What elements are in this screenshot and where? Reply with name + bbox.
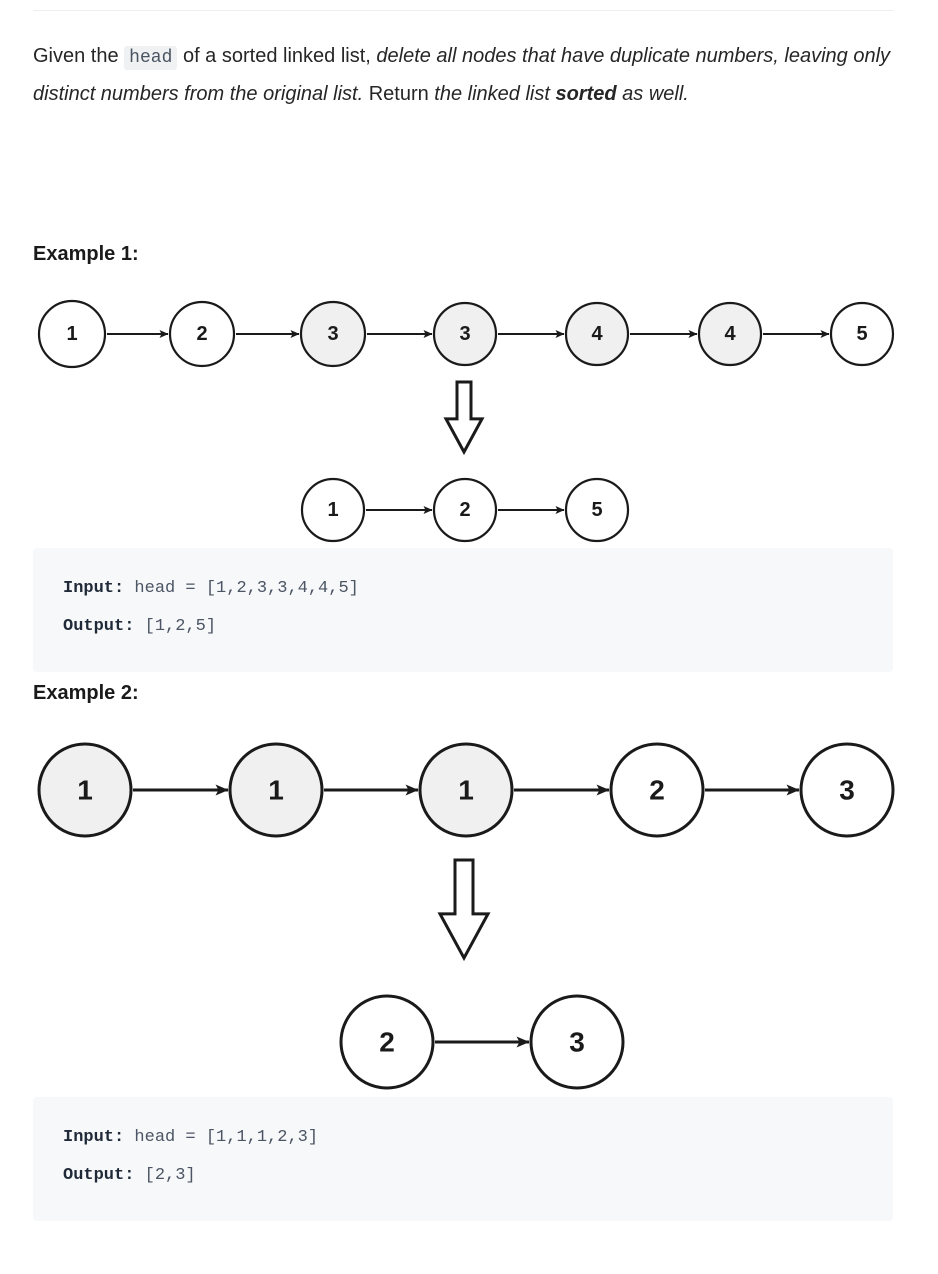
top-divider [33,10,893,11]
list-node [37,299,107,369]
list-node [799,742,895,838]
example-2-code-block: Input: head = [1,1,1,2,3] Output: [2,3] [33,1097,893,1221]
example-1-input-line: Input: head = [1,2,3,3,4,4,5] [63,570,893,608]
list-node [339,994,435,1090]
list-node [697,301,763,367]
example-1-transform-arrow [443,380,485,456]
list-node-value: 3 [327,323,338,345]
example-1-input-list: 1 2 3 3 4 4 5 [37,299,895,369]
list-node-value: 5 [856,323,867,345]
list-node-value: 1 [268,775,284,806]
list-node [564,301,630,367]
description-italic-2: the linked list [434,83,556,105]
example-2-output-label: Output: [63,1166,135,1185]
example-2-input-value: head = [1,1,1,2,3] [134,1128,319,1147]
list-node [609,742,705,838]
list-node-value: 5 [591,499,602,521]
list-node [300,477,366,543]
list-node-value: 2 [459,499,470,521]
list-node-value: 2 [196,323,207,345]
example-1-output-label: Output: [63,617,135,636]
list-node [432,301,498,367]
example-1-input-label: Input: [63,579,125,598]
list-node [564,477,630,543]
transform-down-arrow-icon [437,858,491,962]
example-2-output-value: [2,3] [144,1166,196,1185]
example-1-code-block: Input: head = [1,2,3,3,4,4,5] Output: [1… [33,548,893,672]
example-1-heading: Example 1: [33,243,139,265]
list-node-value: 1 [327,499,338,521]
example-1-input-value: head = [1,2,3,3,4,4,5] [134,579,359,598]
description-lead: Given the [33,45,125,67]
example-1-output-value: [1,2,5] [144,617,217,636]
list-node [529,994,625,1090]
problem-page: Given the head of a sorted linked list, … [0,0,938,1274]
example-2-input-label: Input: [63,1128,125,1147]
example-2-output-list: 23 [339,994,625,1090]
problem-description: Given the head of a sorted linked list, … [33,38,895,112]
list-node [829,301,895,367]
example-2-input-line: Input: head = [1,1,1,2,3] [63,1119,893,1157]
list-node [299,300,367,368]
list-node [168,300,236,368]
transform-down-arrow-icon [443,380,485,456]
description-italic-3: as well. [616,83,689,105]
list-node [432,477,498,543]
list-node-value: 2 [379,1027,395,1058]
list-node-value: 1 [66,323,77,345]
example-1-output-line: Output: [1,2,5] [63,608,893,646]
head-code-token: head [124,46,178,70]
list-node-value: 4 [724,323,736,345]
example-2-output-line: Output: [2,3] [63,1157,893,1195]
description-bold-sorted: sorted [555,83,617,105]
list-node-value: 1 [77,775,93,806]
list-node-value: 1 [458,775,474,806]
description-mid-2: Return [363,83,435,105]
example-1-output-list: 1 2 5 [300,477,630,543]
list-node-value: 3 [459,323,470,345]
list-node [418,742,514,838]
list-node [37,742,133,838]
example-2-heading: Example 2: [33,682,139,704]
list-node-value: 3 [839,775,855,806]
list-node [228,742,324,838]
list-node-value: 4 [591,323,603,345]
description-mid: of a sorted linked list, [177,45,377,67]
example-2-input-list: 1 1 1 2 3 [37,742,895,838]
list-node-value: 2 [649,775,665,806]
example-2-transform-arrow [437,858,491,962]
list-node-value: 3 [569,1027,585,1058]
